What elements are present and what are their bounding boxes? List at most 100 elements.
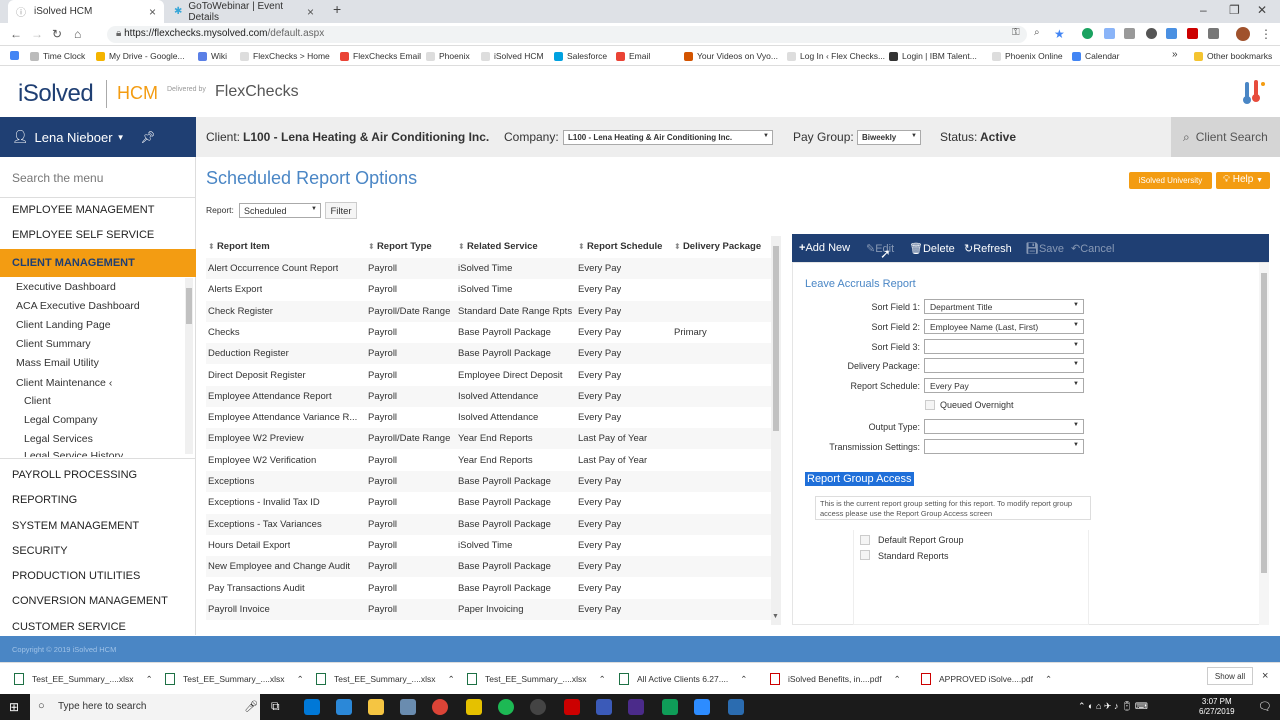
app-icon[interactable]: [596, 699, 612, 715]
menu-reporting[interactable]: REPORTING: [0, 494, 196, 506]
default-report-group-checkbox[interactable]: [860, 535, 870, 545]
chevron-up-icon[interactable]: ⌃: [146, 674, 153, 685]
hangouts-icon[interactable]: [662, 699, 678, 715]
menu-customer-service[interactable]: CUSTOMER SERVICE: [0, 621, 196, 633]
download-item[interactable]: Test_EE_Summary_....xlsx ⌃: [165, 673, 304, 685]
bookmark-other[interactable]: Other bookmarks: [1194, 51, 1272, 61]
home-icon[interactable]: ⌂: [74, 27, 81, 41]
menu-legal-company[interactable]: Legal Company: [24, 414, 98, 426]
menu-employee-management[interactable]: EMPLOYEE MANAGEMENT: [0, 204, 196, 216]
scroll-thumb[interactable]: [1261, 273, 1267, 573]
table-row[interactable]: Employee W2 Verification Payroll Year End …: [206, 450, 771, 471]
table-row[interactable]: New Employee and Change Audit Payroll Base…: [206, 556, 771, 578]
sort-field-1-select[interactable]: Department Title: [924, 299, 1084, 314]
sticky-notes-icon[interactable]: [466, 699, 482, 715]
menu-client-management[interactable]: CLIENT MANAGEMENT: [0, 249, 196, 277]
chevron-up-icon[interactable]: ⌃: [740, 674, 747, 685]
sort-field-2-select[interactable]: Employee Name (Last, First): [924, 319, 1084, 334]
table-row[interactable]: Employee Attendance Variance R... Payroll…: [206, 407, 771, 428]
bookmark-wiki[interactable]: Wiki: [198, 51, 227, 61]
extension-icon[interactable]: [1166, 28, 1177, 39]
extension-icon[interactable]: [1146, 28, 1157, 39]
show-all-downloads-button[interactable]: Show all: [1207, 667, 1253, 685]
download-item[interactable]: Test_EE_Summary_....xlsx ⌃: [467, 673, 606, 685]
table-row[interactable]: Exceptions - Invalid Tax ID Payroll Base P…: [206, 492, 771, 513]
table-row[interactable]: Alerts Export Payroll iSolved Time Every Pa…: [206, 279, 771, 300]
table-row[interactable]: Employee Attendance Report Payroll Isolved…: [206, 385, 771, 407]
add-new-button[interactable]: +Add New: [799, 242, 850, 254]
zoom-icon[interactable]: ⌕: [1034, 27, 1040, 38]
windows-start-icon[interactable]: ⊞: [9, 700, 19, 714]
sort-field-3-select[interactable]: [924, 339, 1084, 354]
extension-icon[interactable]: [1104, 28, 1115, 39]
menu-employee-self-service[interactable]: EMPLOYEE SELF SERVICE: [0, 229, 196, 241]
apps-icon[interactable]: [10, 51, 23, 60]
scroll-thumb[interactable]: [773, 246, 779, 431]
pin-icon[interactable]: 📌︎: [141, 130, 156, 144]
col-report-type[interactable]: Report Type: [368, 241, 432, 252]
chrome-icon[interactable]: [432, 699, 448, 715]
bookmark-flexchecks-home[interactable]: FlexChecks > Home: [240, 51, 330, 61]
more-bookmarks-icon[interactable]: »: [1172, 49, 1178, 60]
file-explorer-icon[interactable]: [368, 699, 384, 715]
key-icon[interactable]: ⚿: [1012, 27, 1020, 38]
table-row[interactable]: Direct Deposit Register Payroll Employee D…: [206, 365, 771, 386]
table-row[interactable]: Deduction Register Payroll Base Payroll Pa…: [206, 343, 771, 365]
table-row[interactable]: Pay Transactions Audit Payroll Base Payrol…: [206, 578, 771, 599]
bookmark-phoenix-online[interactable]: Phoenix Online: [992, 51, 1063, 61]
chevron-up-icon[interactable]: ⌃: [1045, 674, 1052, 685]
client-search-button[interactable]: ⌕ Client Search: [1171, 117, 1280, 157]
microphone-icon[interactable]: 🎤︎: [244, 700, 258, 713]
menu-legal-services[interactable]: Legal Services: [24, 433, 93, 445]
bookmark-ibm-talent[interactable]: Login | IBM Talent...: [889, 51, 977, 61]
queued-overnight-checkbox[interactable]: [925, 400, 935, 410]
col-delivery-package[interactable]: Delivery Package: [674, 241, 761, 252]
refresh-button[interactable]: ↻Refresh: [964, 242, 1012, 255]
bookmark-star-icon[interactable]: ★: [1054, 27, 1065, 41]
zoom-app-icon[interactable]: [694, 699, 710, 715]
app-icon[interactable]: [400, 699, 416, 715]
window-close-icon[interactable]: ✕: [1257, 3, 1267, 17]
chevron-up-icon[interactable]: ⌃: [599, 674, 606, 685]
menu-client-maintenance[interactable]: Client Maintenance ‹: [16, 377, 112, 389]
menu-client-summary[interactable]: Client Summary: [16, 338, 91, 350]
minimize-icon[interactable]: –: [1200, 3, 1207, 17]
menu-legal-service-history[interactable]: Legal Service History: [24, 450, 123, 457]
help-button[interactable]: 💡︎ Help ▼: [1216, 172, 1270, 189]
forward-icon[interactable]: →: [31, 27, 43, 41]
user-menu[interactable]: 👤︎ Lena Nieboer ▼ 📌︎: [0, 117, 196, 157]
menu-client-landing-page[interactable]: Client Landing Page: [16, 319, 111, 331]
col-report-schedule[interactable]: Report Schedule: [578, 241, 663, 252]
edge-icon[interactable]: [304, 699, 320, 715]
store-icon[interactable]: [336, 699, 352, 715]
table-row[interactable]: Exceptions Payroll Base Payroll Package Eve…: [206, 471, 771, 492]
table-row[interactable]: Alert Occurrence Count Report Payroll iSol…: [206, 258, 771, 279]
app-icon[interactable]: [564, 699, 580, 715]
report-select[interactable]: Scheduled: [239, 203, 321, 218]
menu-mass-email-utility[interactable]: Mass Email Utility: [16, 357, 99, 369]
download-item[interactable]: iSolved Benefits, in....pdf ⌃: [770, 673, 901, 685]
scroll-down-icon[interactable]: ▼: [772, 613, 779, 620]
cancel-button[interactable]: ↶Cancel: [1071, 242, 1114, 255]
sidebar-scrollbar[interactable]: [185, 278, 193, 454]
table-row[interactable]: Checks Payroll Base Payroll Package Every P…: [206, 322, 771, 343]
menu-security[interactable]: SECURITY: [0, 545, 196, 557]
url-field[interactable]: 🔒︎ https://flexchecks.mysolved.com/defau…: [107, 26, 1027, 43]
bookmark-salesforce[interactable]: Salesforce: [554, 51, 607, 61]
chevron-up-icon[interactable]: ⌃: [297, 674, 304, 685]
menu-payroll-processing[interactable]: PAYROLL PROCESSING: [0, 469, 196, 481]
filter-button[interactable]: Filter: [325, 202, 357, 219]
table-row[interactable]: Check Register Payroll/Date Range Standard…: [206, 300, 771, 322]
taskbar-clock[interactable]: 3:07 PM 6/27/2019: [1199, 697, 1235, 717]
menu-system-management[interactable]: SYSTEM MANAGEMENT: [0, 520, 196, 532]
paygroup-select[interactable]: Biweekly: [857, 130, 921, 145]
app-icon[interactable]: [728, 699, 744, 715]
menu-production-utilities[interactable]: PRODUCTION UTILITIES: [0, 570, 196, 582]
chevron-up-icon[interactable]: ⌃: [894, 674, 901, 685]
browser-tab-isolved[interactable]: ⓘ iSolved HCM ×: [8, 0, 164, 23]
menu-conversion-management[interactable]: CONVERSION MANAGEMENT: [0, 595, 196, 607]
table-row[interactable]: Employee W2 Preview Payroll/Date Range Yea…: [206, 428, 771, 450]
col-report-item[interactable]: Report Item: [208, 241, 270, 252]
bookmark-calendar[interactable]: Calendar: [1072, 51, 1120, 61]
table-row[interactable]: Exceptions - Tax Variances Payroll Base Pa…: [206, 513, 771, 535]
